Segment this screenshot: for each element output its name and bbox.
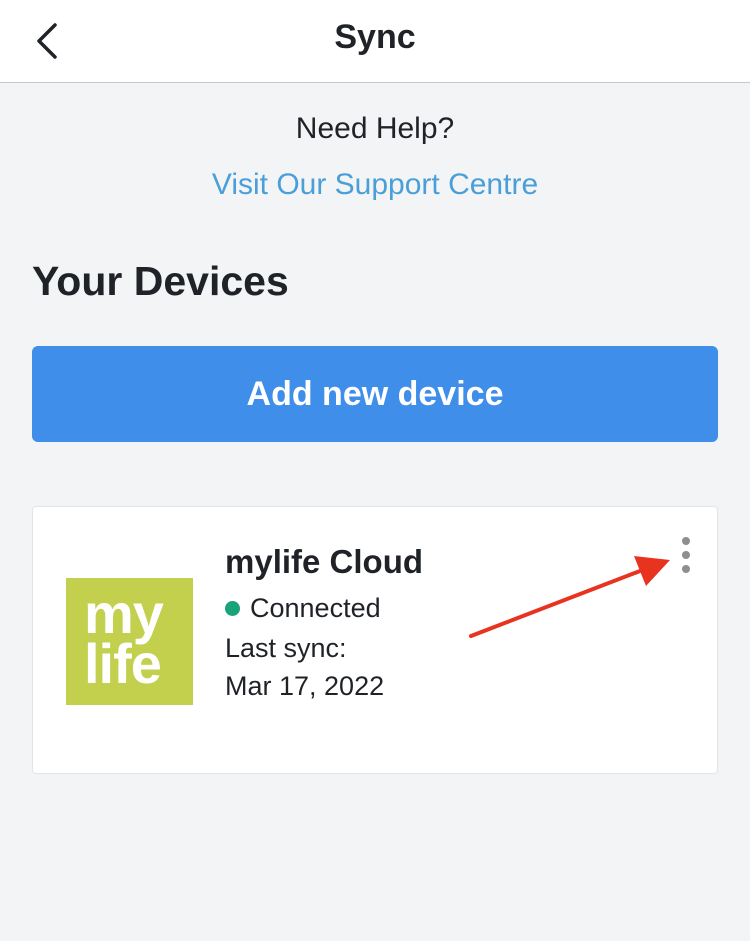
device-card[interactable]: my life mylife Cloud Connected Last sync… xyxy=(32,506,718,774)
device-name: mylife Cloud xyxy=(225,543,424,580)
last-sync-date: Mar 17, 2022 xyxy=(225,671,385,701)
devices-heading: Your Devices xyxy=(32,258,289,304)
mylife-logo: my life xyxy=(66,578,193,705)
add-new-device-button[interactable]: Add new device xyxy=(32,346,718,442)
support-centre-link[interactable]: Visit Our Support Centre xyxy=(0,168,750,202)
connection-status: Connected xyxy=(225,593,381,624)
last-sync-label: Last sync: xyxy=(225,633,347,663)
logo-text-line2: life xyxy=(84,632,162,695)
more-vertical-icon-dot xyxy=(682,551,690,559)
more-vertical-icon-dot xyxy=(682,565,690,573)
status-label: Connected xyxy=(250,593,381,623)
more-options-button[interactable] xyxy=(673,535,699,575)
more-vertical-icon xyxy=(682,537,690,545)
navigation-bar: Sync xyxy=(0,0,750,83)
help-prompt: Need Help? xyxy=(295,112,455,145)
page-title: Sync xyxy=(334,18,416,56)
status-dot-icon xyxy=(225,601,240,616)
